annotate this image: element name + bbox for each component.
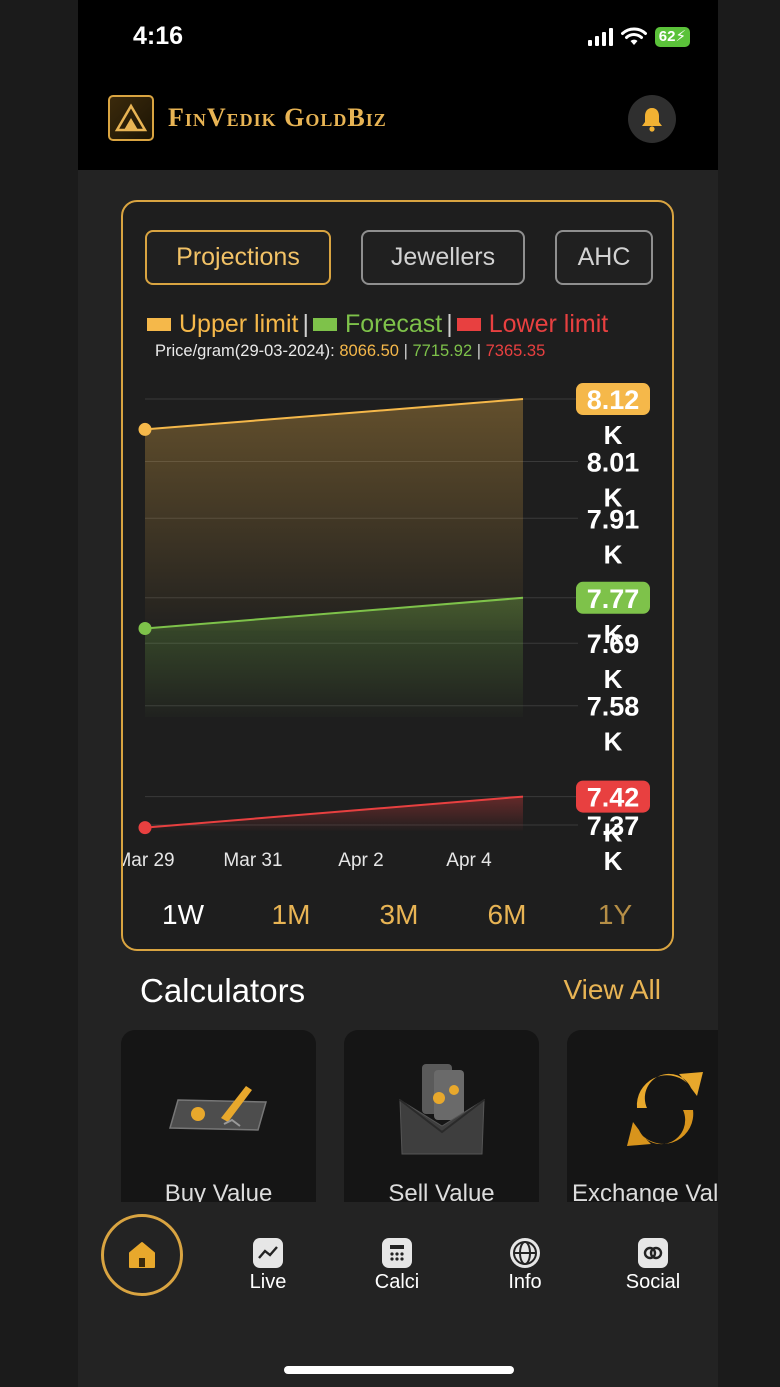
price-lower-value: 7365.35 (485, 342, 546, 360)
nav-label: Info (508, 1271, 542, 1293)
legend-upper-swatch (147, 318, 171, 331)
x-tick-label: Apr 2 (338, 850, 383, 871)
cash-envelope-icon (399, 1064, 485, 1155)
range-6m[interactable]: 6M (488, 899, 527, 931)
view-all-link[interactable]: View All (563, 974, 661, 1006)
status-time: 4:16 (133, 22, 184, 50)
cellular-signal-icon (587, 28, 613, 46)
range-1y[interactable]: 1Y (598, 899, 632, 931)
bottom-navigation: Live Calci Info Social (78, 1202, 718, 1387)
price-upper-value: 8066.50 (339, 342, 399, 360)
series-area-0 (145, 399, 523, 631)
calculator-label: Exchange Value (572, 1180, 718, 1202)
calculator-carousel[interactable]: Buy Value Sell Value Exchange Value (121, 1030, 718, 1202)
status-icons: 62⚡ (587, 27, 690, 47)
tab-projections[interactable]: Projections (145, 230, 331, 285)
legend-forecast-label: Forecast (344, 310, 443, 338)
wifi-icon (620, 27, 647, 45)
exchange-arrows-icon (627, 1072, 703, 1146)
y-tick-suffix: K (604, 727, 623, 757)
bell-icon (642, 108, 662, 132)
tab-jewellers[interactable]: Jewellers (361, 230, 525, 285)
calculator-label: Sell Value (388, 1180, 495, 1202)
calculator-exchange-value[interactable]: Exchange Value (567, 1030, 718, 1202)
y-tick-label: 8.12 (587, 385, 640, 415)
nav-live[interactable]: Live (218, 1238, 318, 1294)
legend-lower: Lower limit (456, 310, 609, 339)
y-tick-suffix: K (604, 846, 623, 876)
y-tick-label: 8.01 (587, 448, 640, 478)
chart-legend: Upper limit | Forecast | Lower limit (147, 310, 608, 339)
y-tick-suffix: K (604, 420, 623, 450)
goldbiz-logo (108, 95, 154, 141)
gold-bar-icon (169, 1086, 267, 1131)
legend-upper: Upper limit (147, 310, 298, 339)
projection-tabs: Projections Jewellers AHC (145, 230, 653, 285)
y-tick-suffix: K (604, 664, 623, 694)
range-1w[interactable]: 1W (162, 899, 204, 931)
x-tick-label: Mar 31 (223, 850, 282, 871)
legend-separator: | (302, 310, 309, 338)
logo-mark-icon (114, 103, 148, 132)
y-tick-label: 7.42 (587, 783, 640, 813)
nav-label: Social (625, 1271, 681, 1293)
calculators-title: Calculators (140, 972, 306, 1009)
legend-separator: | (446, 310, 453, 338)
price-per-gram: Price/gram(29-03-2024): 8066.50 | 7715.9… (155, 342, 545, 361)
projection-chart: Mar 29Mar 31Apr 2Apr 48.12K8.01K7.91K7.7… (123, 383, 650, 876)
calculator-icon (382, 1238, 412, 1268)
y-tick-label: 7.37 (587, 811, 640, 841)
projection-card: Projections Jewellers AHC Upper limit | … (121, 200, 674, 951)
price-separator: | (476, 342, 482, 360)
nav-label: Calci (374, 1271, 420, 1293)
home-indicator (284, 1366, 514, 1374)
nav-calci[interactable]: Calci (347, 1238, 447, 1294)
calculator-buy-value[interactable]: Buy Value (121, 1030, 316, 1202)
battery-level: 62 (658, 28, 676, 45)
nav-label: Live (249, 1271, 287, 1293)
top-bar: 4:16 62⚡ FinVedik GoldBiz (78, 0, 718, 170)
link-icon (638, 1238, 668, 1268)
legend-lower-swatch (456, 318, 481, 331)
calculator-label: Buy Value (164, 1180, 273, 1202)
nav-social[interactable]: Social (603, 1238, 703, 1294)
y-tick-label: 7.77 (587, 584, 640, 614)
series-start-point-2 (138, 821, 152, 835)
calculator-sell-value[interactable]: Sell Value (344, 1030, 539, 1202)
chart-icon (253, 1238, 283, 1268)
nav-info[interactable]: Info (475, 1238, 575, 1294)
legend-lower-label: Lower limit (488, 310, 609, 338)
x-tick-label: Mar 29 (123, 850, 175, 871)
y-tick-suffix: K (604, 539, 623, 569)
series-start-point-1 (138, 622, 152, 636)
right-backdrop (718, 0, 780, 1387)
series-start-point-0 (138, 422, 152, 436)
y-tick-label: 7.69 (587, 629, 640, 659)
left-backdrop (0, 0, 78, 1387)
x-tick-label: Apr 4 (446, 850, 492, 871)
notification-button[interactable] (628, 95, 676, 143)
price-label: Price/gram(29-03-2024): (155, 342, 335, 360)
legend-upper-label: Upper limit (179, 310, 299, 338)
y-tick-label: 7.91 (587, 504, 640, 534)
y-tick-label: 7.58 (587, 692, 640, 722)
range-1m[interactable]: 1M (272, 899, 311, 931)
phone-screen: 4:16 62⚡ FinVedik GoldBiz Projections Je… (78, 0, 718, 1387)
legend-forecast: Forecast (312, 310, 443, 339)
home-icon (129, 1242, 155, 1268)
legend-forecast-swatch (312, 318, 337, 331)
nav-home[interactable] (101, 1214, 183, 1296)
price-separator: | (403, 342, 408, 360)
battery-indicator: 62⚡ (654, 27, 690, 47)
range-3m[interactable]: 3M (380, 899, 419, 931)
tab-ahc[interactable]: AHC (555, 230, 653, 285)
brand-title: FinVedik GoldBiz (168, 103, 387, 132)
globe-icon (510, 1238, 540, 1268)
price-forecast-value: 7715.92 (412, 342, 473, 360)
